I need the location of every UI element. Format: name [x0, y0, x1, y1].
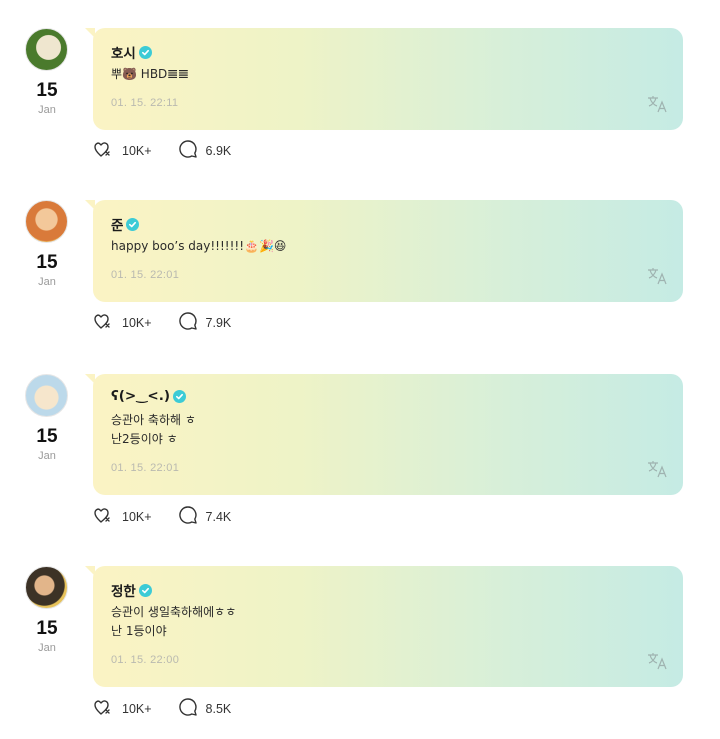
- post-bubble[interactable]: 준 happy boo’s day!!!!!!!🎂🎉😆 01. 15. 22:0…: [85, 200, 683, 302]
- translate-icon[interactable]: [647, 267, 669, 285]
- post-date-day: 15: [36, 426, 58, 447]
- like-count: 10K+: [122, 510, 152, 524]
- verified-badge-icon: [126, 217, 140, 231]
- author-name[interactable]: 호시: [111, 42, 136, 62]
- post-date-day: 15: [36, 80, 58, 101]
- like-icon: [92, 697, 114, 721]
- avatar[interactable]: [25, 28, 68, 71]
- comment-button[interactable]: 7.9K: [178, 311, 232, 335]
- like-count: 10K+: [122, 702, 152, 716]
- post-body: 승관아 축하해 ㅎ 난2등이야 ㅎ: [111, 413, 196, 446]
- post-actions: 10K+ 8.5K: [92, 698, 257, 720]
- like-button[interactable]: 10K+: [92, 311, 152, 335]
- comment-icon: [178, 311, 198, 335]
- verified-badge-icon: [173, 389, 187, 403]
- author-name[interactable]: 준: [111, 214, 123, 234]
- comment-count: 6.9K: [205, 144, 232, 158]
- comment-count: 7.9K: [205, 316, 232, 330]
- translate-icon[interactable]: [647, 652, 669, 670]
- post-body: happy boo’s day!!!!!!!🎂🎉😆: [111, 239, 287, 253]
- avatar[interactable]: [25, 200, 68, 243]
- post-actions: 10K+ 7.4K: [92, 506, 257, 528]
- avatar[interactable]: [25, 374, 68, 417]
- comment-icon: [178, 505, 198, 529]
- translate-icon[interactable]: [647, 460, 669, 478]
- post-bubble[interactable]: 정한 승관이 생일축하해에ㅎㅎ 난 1등이야 01. 15. 22:00: [85, 566, 683, 687]
- post-body: 뿌🐻 HBD𝌆𝌆: [111, 67, 189, 81]
- post-timestamp: 01. 15. 22:01: [111, 269, 180, 281]
- comment-button[interactable]: 6.9K: [178, 139, 232, 163]
- post-bubble[interactable]: 호시 뿌🐻 HBD𝌆𝌆 01. 15. 22:11: [85, 28, 683, 130]
- comment-icon: [178, 139, 198, 163]
- post-actions: 10K+ 7.9K: [92, 312, 257, 334]
- post-timestamp: 01. 15. 22:11: [111, 97, 179, 109]
- post-date-day: 15: [36, 618, 58, 639]
- post-date-month: Jan: [38, 642, 56, 654]
- comment-count: 8.5K: [205, 702, 232, 716]
- post-timestamp: 01. 15. 22:01: [111, 462, 180, 474]
- like-button[interactable]: 10K+: [92, 505, 152, 529]
- comment-icon: [178, 697, 198, 721]
- post-date-month: Jan: [38, 450, 56, 462]
- post-date-month: Jan: [38, 104, 56, 116]
- post-body: 승관이 생일축하해에ㅎㅎ 난 1등이야: [111, 605, 237, 638]
- like-button[interactable]: 10K+: [92, 139, 152, 163]
- post-actions: 10K+ 6.9K: [92, 140, 257, 162]
- avatar[interactable]: [25, 566, 68, 609]
- comment-count: 7.4K: [205, 510, 232, 524]
- translate-icon[interactable]: [647, 95, 669, 113]
- author-name[interactable]: ʕ(>‿<.): [111, 388, 170, 404]
- post-date-month: Jan: [38, 276, 56, 288]
- like-button[interactable]: 10K+: [92, 697, 152, 721]
- like-icon: [92, 311, 114, 335]
- comment-button[interactable]: 7.4K: [178, 505, 232, 529]
- comment-button[interactable]: 8.5K: [178, 697, 232, 721]
- author-name[interactable]: 정한: [111, 580, 136, 600]
- like-count: 10K+: [122, 144, 152, 158]
- post-date-day: 15: [36, 252, 58, 273]
- verified-badge-icon: [138, 45, 152, 59]
- like-count: 10K+: [122, 316, 152, 330]
- post-timestamp: 01. 15. 22:00: [111, 654, 180, 666]
- post-bubble[interactable]: ʕ(>‿<.) 승관아 축하해 ㅎ 난2등이야 ㅎ 01. 15. 22:01: [85, 374, 683, 495]
- verified-badge-icon: [138, 583, 152, 597]
- like-icon: [92, 505, 114, 529]
- like-icon: [92, 139, 114, 163]
